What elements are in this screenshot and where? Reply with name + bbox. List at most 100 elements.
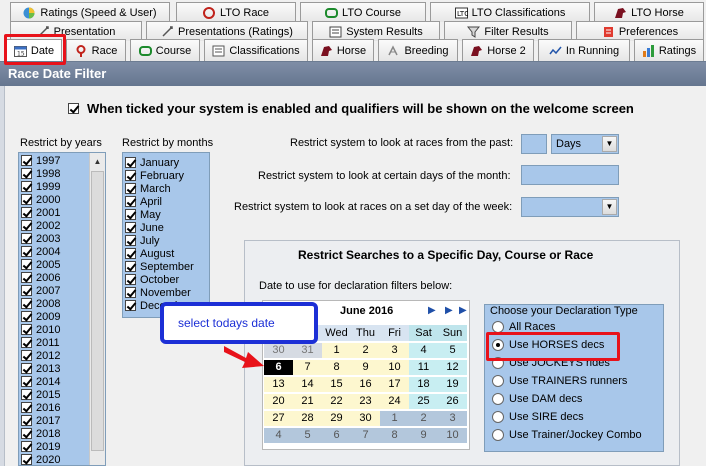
tab-in-running[interactable]: In Running bbox=[538, 39, 630, 61]
calendar-day[interactable]: 30 bbox=[264, 343, 293, 358]
calendar-day[interactable]: 1 bbox=[380, 411, 409, 426]
month-item[interactable]: January bbox=[125, 156, 194, 169]
radio-button[interactable] bbox=[492, 375, 504, 387]
year-item[interactable]: 2017 bbox=[21, 414, 91, 427]
month-checkbox[interactable] bbox=[125, 170, 136, 181]
calendar-day[interactable]: 12 bbox=[438, 360, 467, 375]
radio-button[interactable] bbox=[492, 411, 504, 423]
tab-lto-course[interactable]: LTO Course bbox=[300, 2, 426, 22]
tab-ratings[interactable]: Ratings bbox=[634, 39, 704, 61]
declaration-option[interactable]: Use Trainer/Jockey Combo bbox=[492, 429, 642, 441]
calendar-day[interactable]: 29 bbox=[322, 411, 351, 426]
enable-system-checkbox[interactable] bbox=[68, 103, 79, 114]
year-item[interactable]: 2006 bbox=[21, 271, 91, 284]
calendar-day[interactable]: 13 bbox=[264, 377, 293, 392]
calendar-day[interactable]: 2 bbox=[351, 343, 380, 358]
calendar-day[interactable]: 25 bbox=[409, 394, 438, 409]
tab-lto-horse[interactable]: LTO Horse bbox=[594, 2, 704, 22]
year-checkbox[interactable] bbox=[21, 181, 32, 192]
month-item[interactable]: July bbox=[125, 234, 194, 247]
tab-race[interactable]: Race bbox=[66, 39, 126, 61]
tab-horse-2[interactable]: Horse 2 bbox=[462, 39, 534, 61]
year-item[interactable]: 2010 bbox=[21, 323, 91, 336]
months-listbox[interactable]: January February March April May June July Augu… bbox=[122, 152, 210, 318]
scroll-thumb[interactable] bbox=[91, 171, 104, 451]
year-item[interactable]: 2008 bbox=[21, 297, 91, 310]
month-checkbox[interactable] bbox=[125, 209, 136, 220]
declaration-option[interactable]: Use TRAINERS runners bbox=[492, 375, 627, 387]
calendar-day[interactable]: 16 bbox=[351, 377, 380, 392]
tab-ratings-speed-user[interactable]: Ratings (Speed & User) bbox=[10, 2, 170, 22]
day-of-week-select[interactable]: ▼ bbox=[521, 197, 619, 217]
calendar-day[interactable]: 31 bbox=[293, 343, 322, 358]
calendar-day[interactable]: 11 bbox=[409, 360, 438, 375]
calendar-day[interactable]: 1 bbox=[322, 343, 351, 358]
month-checkbox[interactable] bbox=[125, 248, 136, 259]
calendar-day[interactable]: 3 bbox=[380, 343, 409, 358]
month-item[interactable]: June bbox=[125, 221, 194, 234]
scroll-up-icon[interactable]: ▲ bbox=[90, 153, 105, 169]
year-item[interactable]: 2019 bbox=[21, 440, 91, 453]
tab-horse[interactable]: Horse bbox=[312, 39, 374, 61]
year-checkbox[interactable] bbox=[21, 337, 32, 348]
calendar-day[interactable]: 28 bbox=[293, 411, 322, 426]
year-checkbox[interactable] bbox=[21, 415, 32, 426]
year-checkbox[interactable] bbox=[21, 350, 32, 361]
declaration-option[interactable]: Use DAM decs bbox=[492, 393, 582, 405]
tab-system-results[interactable]: System Results bbox=[312, 21, 440, 41]
year-item[interactable]: 2001 bbox=[21, 206, 91, 219]
calendar-day[interactable]: 9 bbox=[351, 360, 380, 375]
declaration-option[interactable]: Use SIRE decs bbox=[492, 411, 584, 423]
tab-presentations-ratings[interactable]: Presentations (Ratings) bbox=[146, 21, 308, 41]
year-item[interactable]: 2005 bbox=[21, 258, 91, 271]
month-checkbox[interactable] bbox=[125, 222, 136, 233]
year-item[interactable]: 2012 bbox=[21, 349, 91, 362]
year-checkbox[interactable] bbox=[21, 363, 32, 374]
year-item[interactable]: 2002 bbox=[21, 219, 91, 232]
year-checkbox[interactable] bbox=[21, 259, 32, 270]
calendar-day[interactable]: 4 bbox=[264, 428, 293, 443]
month-checkbox[interactable] bbox=[125, 157, 136, 168]
year-checkbox[interactable] bbox=[21, 168, 32, 179]
years-scrollbar[interactable]: ▲ bbox=[89, 153, 105, 465]
year-checkbox[interactable] bbox=[21, 194, 32, 205]
year-checkbox[interactable] bbox=[21, 389, 32, 400]
calendar-day[interactable]: 18 bbox=[409, 377, 438, 392]
calendar-day[interactable]: 7 bbox=[351, 428, 380, 443]
calendar-day[interactable]: 23 bbox=[351, 394, 380, 409]
enable-system-row[interactable]: When ticked your system is enabled and q… bbox=[68, 101, 634, 116]
calendar-day[interactable]: 27 bbox=[264, 411, 293, 426]
calendar-day[interactable]: 21 bbox=[293, 394, 322, 409]
year-item[interactable]: 2018 bbox=[21, 427, 91, 440]
year-item[interactable]: 2007 bbox=[21, 284, 91, 297]
calendar-day[interactable]: 6 bbox=[264, 360, 293, 375]
month-checkbox[interactable] bbox=[125, 261, 136, 272]
calendar-day[interactable]: 3 bbox=[438, 411, 467, 426]
year-checkbox[interactable] bbox=[21, 441, 32, 452]
year-item[interactable]: 1998 bbox=[21, 167, 91, 180]
year-checkbox[interactable] bbox=[21, 324, 32, 335]
calendar-day[interactable]: 17 bbox=[380, 377, 409, 392]
year-item[interactable]: 2013 bbox=[21, 362, 91, 375]
next-month-icon[interactable]: ▶ bbox=[428, 305, 436, 316]
year-checkbox[interactable] bbox=[21, 207, 32, 218]
calendar-day[interactable]: 5 bbox=[438, 343, 467, 358]
year-checkbox[interactable] bbox=[21, 402, 32, 413]
month-item[interactable]: August bbox=[125, 247, 194, 260]
year-item[interactable]: 2009 bbox=[21, 310, 91, 323]
tab-lto-classifications[interactable]: LTO LTO Classifications bbox=[430, 2, 590, 22]
calendar-day[interactable]: 6 bbox=[322, 428, 351, 443]
year-checkbox[interactable] bbox=[21, 220, 32, 231]
calendar-day[interactable]: 5 bbox=[293, 428, 322, 443]
calendar-day[interactable]: 7 bbox=[293, 360, 322, 375]
years-listbox[interactable]: 1997 1998 1999 2000 2001 2002 2003 2004 2005 2006… bbox=[18, 152, 106, 466]
year-item[interactable]: 2000 bbox=[21, 193, 91, 206]
calendar-day[interactable]: 14 bbox=[293, 377, 322, 392]
tab-lto-race[interactable]: LTO Race bbox=[176, 2, 296, 22]
calendar-day[interactable]: 26 bbox=[438, 394, 467, 409]
month-checkbox[interactable] bbox=[125, 274, 136, 285]
calendar-day[interactable]: 8 bbox=[322, 360, 351, 375]
month-item[interactable]: November bbox=[125, 286, 194, 299]
year-checkbox[interactable] bbox=[21, 272, 32, 283]
tab-classifications[interactable]: Classifications bbox=[204, 39, 308, 61]
